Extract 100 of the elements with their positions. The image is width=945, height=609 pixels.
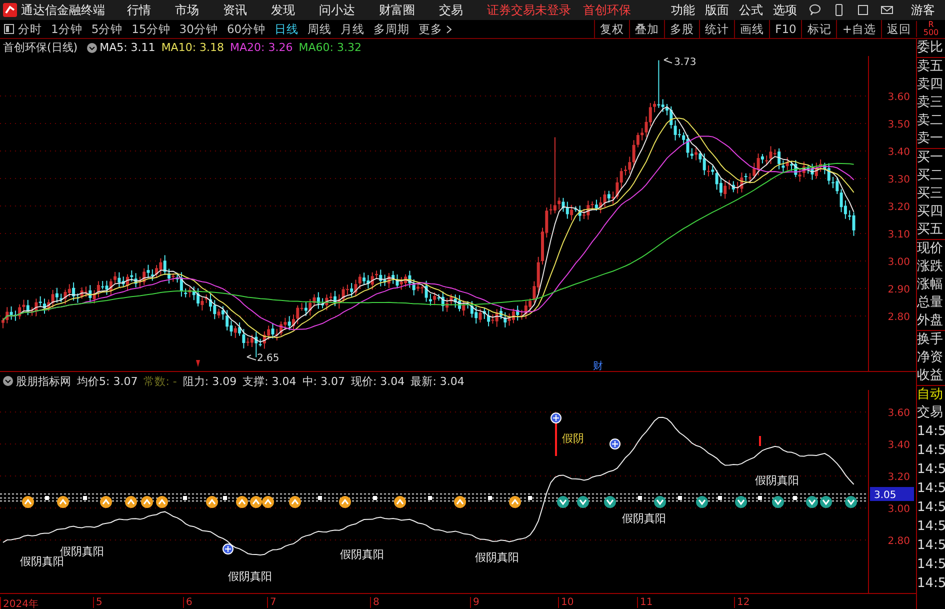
current-price-label: 3.05 — [870, 487, 914, 501]
time-axis-label: 6 — [183, 597, 192, 608]
menu-item[interactable]: 市场 — [175, 2, 199, 18]
price-tick: 3.40 — [888, 440, 910, 451]
period-tab[interactable]: 周线 — [308, 22, 332, 36]
toolbar-button[interactable]: 返回 — [881, 20, 916, 38]
trade-time: 14:5 — [917, 518, 945, 536]
quote-label: 总量 — [917, 294, 944, 312]
ma-value: MA5: 3.11 — [100, 41, 156, 54]
trade-label[interactable]: 交易 — [917, 404, 945, 422]
indicator-value: 均价5: 3.07 — [77, 374, 138, 388]
quote-label: 买二 — [917, 167, 944, 185]
quote-label: 卖一 — [917, 130, 944, 148]
period-tab[interactable]: 月线 — [340, 22, 365, 36]
status-text: 首创环保 — [583, 2, 631, 18]
menu-item[interactable]: 公式 — [739, 2, 763, 18]
time-axis-label: 8 — [370, 597, 380, 608]
time-axis-label: 7 — [267, 597, 276, 608]
price-tick: 2.80 — [888, 536, 910, 547]
price-tick: 3.20 — [888, 472, 910, 483]
price-tick: 3.60 — [888, 92, 910, 103]
price-tick: 3.10 — [888, 230, 910, 240]
level-badge: R 500 — [916, 21, 945, 37]
event-marker[interactable]: 财 — [593, 361, 603, 371]
time-axis-label: 9 — [470, 597, 480, 608]
user-label[interactable]: 游客 — [911, 2, 935, 18]
quote-label: 买五 — [917, 221, 944, 239]
quote-label: 涨跌 — [917, 258, 944, 276]
signal-label: 假阴真阳 — [228, 570, 272, 583]
menu-item[interactable]: 财富圈 — [379, 2, 415, 18]
menu-item[interactable]: 功能 — [671, 2, 695, 18]
mode-label[interactable]: 自动 — [917, 385, 945, 404]
period-tab[interactable]: 日线 — [274, 22, 299, 36]
toolbar-button[interactable]: 多股 — [664, 20, 700, 38]
indicator-value: 现价: 3.04 — [350, 374, 405, 388]
indicator-value: 中: 3.07 — [302, 374, 345, 388]
quote-label: 外盘 — [917, 312, 944, 330]
menu-item[interactable]: 问小达 — [319, 2, 355, 18]
toolbar-button[interactable]: F10 — [769, 20, 802, 38]
quote-label: 卖二 — [917, 112, 944, 130]
trade-time: 14:5 — [917, 480, 945, 498]
ma-value: MA60: 3.32 — [298, 41, 362, 54]
price-tick: 3.60 — [888, 408, 910, 419]
price-tick: 3.30 — [888, 174, 910, 186]
quote-label: 委比 — [917, 39, 944, 57]
period-tab[interactable]: 15分钟 — [132, 22, 170, 36]
toolbar-button[interactable]: 叠加 — [629, 20, 664, 38]
price-tick: 3.50 — [888, 120, 910, 130]
period-tab[interactable]: 30分钟 — [179, 22, 218, 36]
signal-label: 假阴真阳 — [755, 474, 799, 487]
menu-item[interactable]: 行情 — [127, 2, 151, 18]
indicator-value: 支撑: 3.04 — [242, 374, 296, 388]
price-tick: 3.40 — [888, 147, 910, 158]
menu-item[interactable]: 交易 — [439, 2, 463, 18]
toolbar-button[interactable]: 复权 — [594, 20, 630, 38]
quote-label: 买四 — [917, 203, 944, 221]
period-tab[interactable]: 更多 — [418, 22, 443, 36]
quote-label: 收益 — [917, 367, 944, 385]
app-title: 通达信金融终端 — [21, 2, 105, 18]
trade-time: 14:5 — [917, 423, 945, 441]
period-tab[interactable]: 分时 — [18, 22, 42, 36]
price-tick: 3.00 — [888, 257, 910, 268]
signal-label: 假阴真阳 — [60, 545, 104, 558]
quote-label: 买三 — [917, 185, 944, 203]
ma-value: MA20: 3.26 — [230, 41, 293, 54]
trade-time: 14:5 — [917, 461, 945, 479]
quote-label: 卖三 — [917, 94, 944, 112]
quote-label: 现价 — [917, 239, 945, 258]
indicator-value: 常数: - — [144, 374, 177, 388]
menu-item[interactable]: 选项 — [773, 2, 797, 18]
period-tab[interactable]: 60分钟 — [226, 22, 266, 36]
time-axis-label: 10 — [558, 597, 574, 608]
signal-label: 假阴真阳 — [475, 551, 519, 564]
quote-label: 卖五 — [917, 57, 945, 76]
price-tick: 3.00 — [888, 504, 910, 515]
toolbar-button[interactable]: 画线 — [734, 20, 770, 38]
price-tick: 3.20 — [888, 202, 910, 213]
quote-label: 涨幅 — [917, 276, 944, 294]
indicator-value: 最新: 3.04 — [410, 374, 464, 388]
menu-item[interactable]: 版面 — [705, 2, 729, 18]
period-tab[interactable]: 5分钟 — [91, 22, 123, 36]
trade-time: 14:5 — [917, 556, 945, 574]
toolbar-button[interactable]: 统计 — [699, 20, 734, 38]
period-tab[interactable]: 1分钟 — [51, 22, 82, 36]
signal-label: 假阴真阳 — [20, 555, 64, 568]
time-axis-label: 12 — [734, 597, 750, 608]
time-axis-label: 2024年 — [0, 597, 38, 609]
quote-label: 买一 — [917, 148, 945, 167]
high-label: 3.73 — [664, 57, 696, 68]
trade-time: 14:5 — [917, 499, 945, 517]
indicator-name: 股朋指标网 — [16, 374, 71, 388]
toolbar-button[interactable]: +自选 — [836, 20, 881, 38]
period-tab[interactable]: 多周期 — [374, 22, 410, 36]
menu-item[interactable]: 发现 — [271, 2, 295, 18]
signal-label: 假阴真阳 — [622, 512, 666, 525]
toolbar-button[interactable]: 标记 — [801, 20, 836, 38]
ma-value: MA10: 3.18 — [161, 41, 224, 54]
menu-item[interactable]: 资讯 — [223, 2, 247, 18]
trade-time: 14:5 — [917, 575, 945, 593]
price-tick: 2.80 — [888, 312, 910, 323]
